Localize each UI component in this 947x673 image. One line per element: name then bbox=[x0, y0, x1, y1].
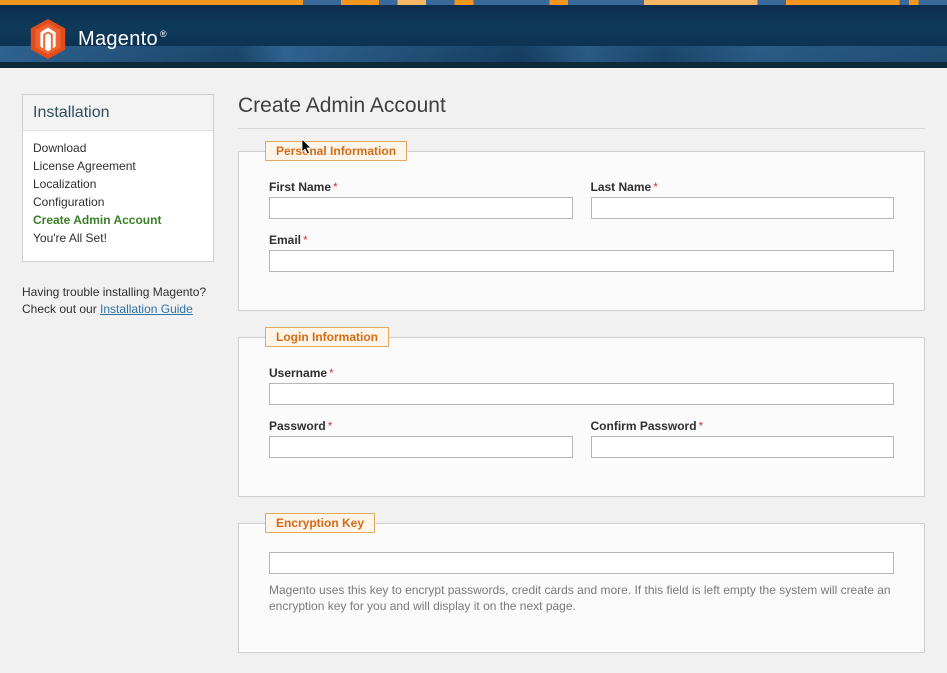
label-password: Password* bbox=[269, 419, 573, 433]
page-title: Create Admin Account bbox=[238, 94, 925, 129]
first-name-input[interactable] bbox=[269, 197, 573, 219]
label-email: Email* bbox=[269, 233, 894, 247]
field-email: Email* bbox=[269, 233, 894, 272]
legend-personal-information: Personal Information bbox=[265, 141, 407, 161]
fieldset-personal-information: Personal Information First Name* Last Na… bbox=[238, 151, 925, 311]
sidebar-help: Having trouble installing Magento? Check… bbox=[22, 284, 214, 318]
password-input[interactable] bbox=[269, 436, 573, 458]
sidebar-list: Download License Agreement Localization … bbox=[23, 131, 213, 261]
installation-guide-link[interactable]: Installation Guide bbox=[100, 302, 193, 316]
label-first-name: First Name* bbox=[269, 180, 573, 194]
email-input[interactable] bbox=[269, 250, 894, 272]
page-body: Installation Download License Agreement … bbox=[0, 68, 947, 673]
header-stripe bbox=[0, 0, 947, 5]
brand: Magento® bbox=[28, 18, 167, 60]
field-confirm-password: Confirm Password* bbox=[591, 419, 895, 458]
label-last-name: Last Name* bbox=[591, 180, 895, 194]
encryption-key-input[interactable] bbox=[269, 552, 894, 574]
field-last-name: Last Name* bbox=[591, 180, 895, 219]
sidebar-item-create-admin[interactable]: Create Admin Account bbox=[33, 211, 203, 229]
sidebar-box: Installation Download License Agreement … bbox=[22, 94, 214, 262]
sidebar-item-all-set[interactable]: You're All Set! bbox=[33, 229, 203, 247]
fieldset-encryption-key: Encryption Key Magento uses this key to … bbox=[238, 523, 925, 653]
help-line-2: Check out our Installation Guide bbox=[22, 301, 214, 318]
legend-encryption-key: Encryption Key bbox=[265, 513, 375, 533]
field-username: Username* bbox=[269, 366, 894, 405]
sidebar-item-license[interactable]: License Agreement bbox=[33, 157, 203, 175]
field-encryption-key: Magento uses this key to encrypt passwor… bbox=[269, 552, 894, 614]
sidebar-item-configuration[interactable]: Configuration bbox=[33, 193, 203, 211]
field-first-name: First Name* bbox=[269, 180, 573, 219]
main-content: Create Admin Account Personal Informatio… bbox=[238, 94, 925, 653]
label-username: Username* bbox=[269, 366, 894, 380]
sidebar-title: Installation bbox=[23, 95, 213, 131]
confirm-password-input[interactable] bbox=[591, 436, 895, 458]
legend-login-information: Login Information bbox=[265, 327, 389, 347]
username-input[interactable] bbox=[269, 383, 894, 405]
app-header: Magento® bbox=[0, 0, 947, 68]
magento-logo-icon bbox=[28, 18, 68, 60]
field-password: Password* bbox=[269, 419, 573, 458]
sidebar-item-localization[interactable]: Localization bbox=[33, 175, 203, 193]
sidebar: Installation Download License Agreement … bbox=[22, 94, 214, 653]
last-name-input[interactable] bbox=[591, 197, 895, 219]
help-line-1: Having trouble installing Magento? bbox=[22, 284, 214, 301]
fieldset-login-information: Login Information Username* Password* bbox=[238, 337, 925, 497]
brand-name: Magento® bbox=[78, 28, 167, 51]
sidebar-item-download[interactable]: Download bbox=[33, 139, 203, 157]
encryption-hint: Magento uses this key to encrypt passwor… bbox=[269, 582, 894, 614]
label-confirm-password: Confirm Password* bbox=[591, 419, 895, 433]
